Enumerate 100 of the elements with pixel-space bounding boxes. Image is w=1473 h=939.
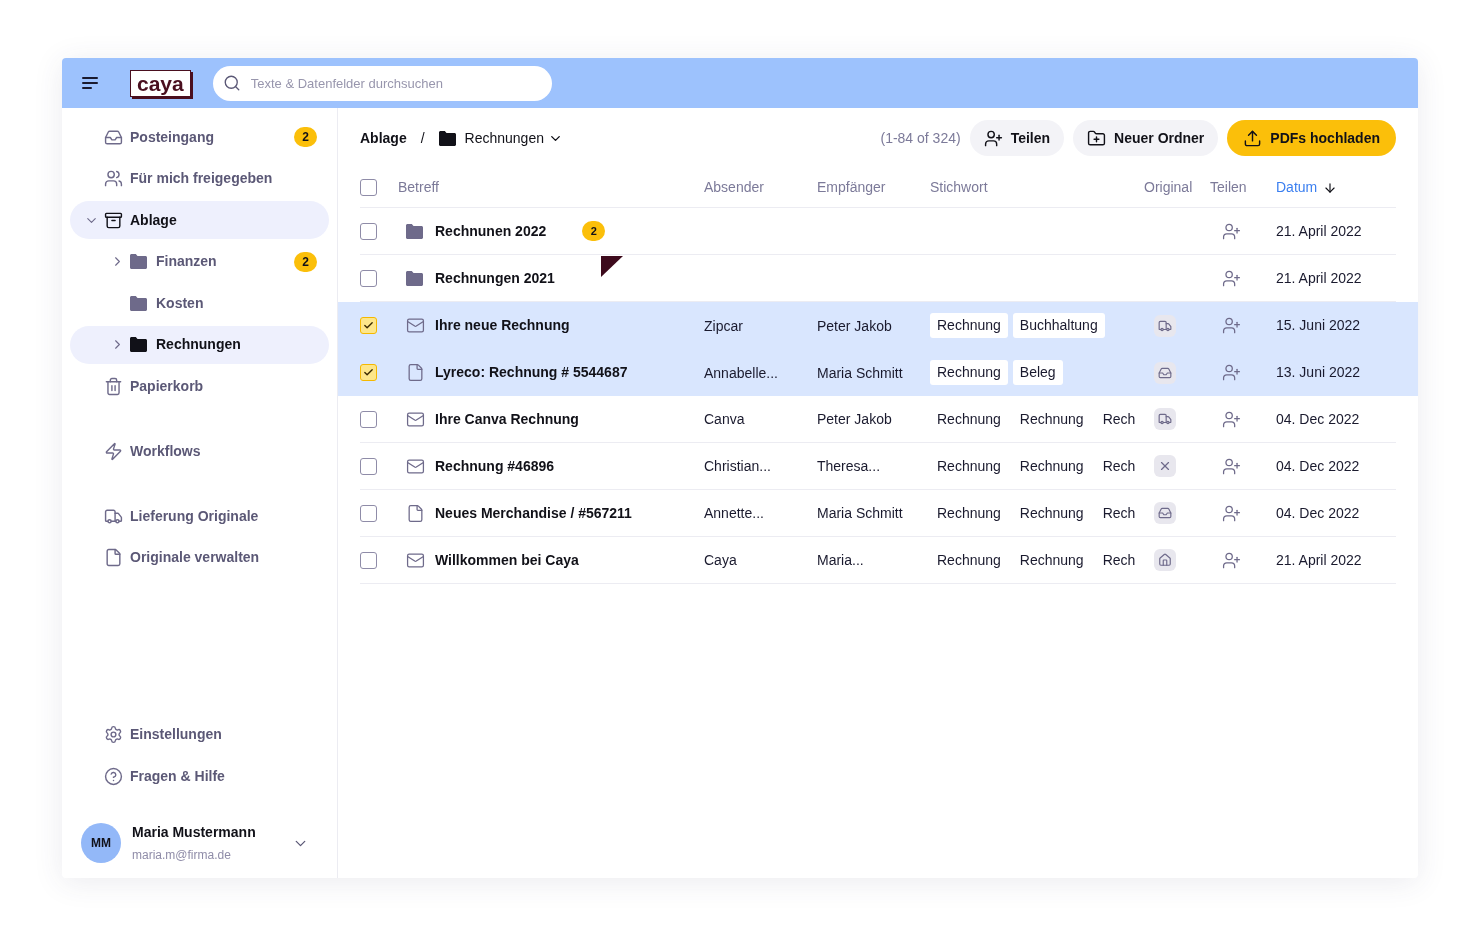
sender: Annabelle... bbox=[704, 364, 778, 381]
sidebar-item[interactable]: Einstellungen bbox=[70, 715, 329, 754]
recipient: Peter Jakob bbox=[817, 317, 892, 334]
checkbox[interactable] bbox=[360, 504, 377, 522]
checkbox[interactable] bbox=[360, 269, 377, 287]
breadcrumb-separator: / bbox=[420, 128, 425, 148]
settings-icon bbox=[104, 725, 123, 744]
user-plus-icon[interactable] bbox=[1222, 363, 1241, 382]
checkbox[interactable] bbox=[360, 410, 377, 428]
new-folder-button[interactable]: Neuer Ordner bbox=[1073, 120, 1219, 156]
file-icon bbox=[406, 503, 425, 523]
user-plus-icon[interactable] bbox=[1222, 316, 1241, 335]
count-badge: 2 bbox=[294, 251, 317, 272]
sidebar-item[interactable]: Kosten bbox=[70, 284, 329, 322]
sidebar-label: Für mich freigegeben bbox=[130, 169, 274, 188]
date: 04. Dec 2022 bbox=[1276, 456, 1361, 476]
user-name: Maria Mustermann bbox=[132, 823, 257, 842]
date: 21. April 2022 bbox=[1276, 268, 1363, 288]
share-button[interactable]: Teilen bbox=[969, 120, 1065, 156]
folder-icon bbox=[406, 270, 423, 286]
sidebar-label: Posteingang bbox=[130, 127, 215, 147]
column-header[interactable]: Empfänger bbox=[817, 177, 886, 198]
subject: Ihre Canva Rechnung bbox=[435, 409, 579, 429]
sidebar-label: Kosten bbox=[156, 293, 205, 313]
sidebar-item[interactable]: Papierkorb bbox=[70, 367, 329, 405]
folder-plus-icon bbox=[1087, 128, 1107, 148]
sidebar-item[interactable]: Für mich freigegeben bbox=[70, 159, 329, 198]
sidebar-label: Lieferung Originale bbox=[130, 506, 260, 526]
subject: Ihre neue Rechnung bbox=[435, 316, 570, 335]
user-plus-icon bbox=[983, 128, 1003, 148]
upload-button[interactable]: PDFs hochladen bbox=[1227, 120, 1396, 156]
sidebar-item[interactable]: Fragen & Hilfe bbox=[70, 757, 329, 795]
sidebar-item[interactable]: Finanzen 2 bbox=[70, 242, 329, 281]
sidebar-item[interactable]: Ablage bbox=[70, 201, 329, 239]
pointer-icon bbox=[601, 255, 623, 277]
checkbox[interactable] bbox=[360, 179, 377, 196]
column-header[interactable]: Original bbox=[1144, 177, 1193, 198]
subject: Willkommen bei Caya bbox=[435, 550, 579, 570]
user-plus-icon[interactable] bbox=[1222, 409, 1241, 429]
sidebar-label: Papierkorb bbox=[130, 376, 205, 396]
date: 04. Dec 2022 bbox=[1276, 409, 1361, 429]
sidebar-item[interactable]: Lieferung Originale bbox=[70, 497, 329, 535]
cross-icon bbox=[1154, 455, 1176, 477]
date: 15. Juni 2022 bbox=[1276, 316, 1362, 335]
help-icon bbox=[104, 766, 123, 786]
date: 13. Juni 2022 bbox=[1276, 363, 1362, 382]
search-field[interactable]: Texte & Datenfelder durchsuchen bbox=[212, 65, 552, 101]
sender: Annette... bbox=[704, 505, 764, 521]
user-plus-icon[interactable] bbox=[1222, 503, 1241, 523]
sender: Zipcar bbox=[704, 317, 743, 334]
tag[interactable]: Rechnung bbox=[930, 360, 1008, 385]
checkbox[interactable] bbox=[360, 364, 377, 381]
tag[interactable]: Rechnung bbox=[930, 313, 1008, 338]
folder-icon bbox=[130, 254, 147, 269]
checkbox[interactable] bbox=[360, 551, 377, 569]
column-header[interactable]: Absender bbox=[704, 177, 764, 198]
sidebar-item[interactable]: Workflows bbox=[70, 432, 329, 470]
sender: Canva bbox=[704, 411, 745, 427]
recipient: Maria Schmitt bbox=[817, 364, 903, 381]
recipient: Peter Jakob bbox=[817, 411, 892, 427]
sidebar-label: Finanzen bbox=[156, 252, 218, 271]
users-icon bbox=[104, 169, 123, 188]
column-header[interactable]: Teilen bbox=[1210, 177, 1247, 198]
date: 04. Dec 2022 bbox=[1276, 503, 1361, 523]
inbox-icon bbox=[104, 127, 123, 147]
folder-icon bbox=[130, 337, 147, 352]
lightning-icon bbox=[104, 441, 123, 461]
file-icon bbox=[406, 363, 425, 382]
checkbox[interactable] bbox=[360, 222, 377, 240]
inbox-icon bbox=[1154, 361, 1176, 384]
count-badge: 2 bbox=[294, 127, 317, 147]
checkbox[interactable] bbox=[360, 317, 377, 334]
upload-icon bbox=[1243, 128, 1263, 148]
column-header[interactable]: Datum bbox=[1276, 177, 1318, 198]
recipient: Maria... bbox=[817, 552, 864, 568]
checkbox[interactable] bbox=[360, 457, 377, 475]
folder-icon bbox=[406, 223, 423, 239]
sidebar-item[interactable]: Posteingang 2 bbox=[70, 118, 329, 156]
sender: Christian... bbox=[704, 458, 771, 474]
menu-icon[interactable] bbox=[82, 77, 98, 89]
user-plus-icon[interactable] bbox=[1222, 550, 1241, 570]
user-plus-icon[interactable] bbox=[1222, 456, 1241, 476]
column-header[interactable]: Betreff bbox=[398, 177, 439, 198]
breadcrumb-link[interactable]: Ablage bbox=[360, 127, 407, 149]
user-plus-icon[interactable] bbox=[1222, 221, 1241, 241]
item-count: (1-84 of 324) bbox=[880, 128, 961, 148]
tag[interactable]: Buchhaltung bbox=[1012, 313, 1105, 338]
date: 21. April 2022 bbox=[1276, 221, 1363, 241]
column-header[interactable]: Stichwort bbox=[930, 177, 988, 198]
subject: Lyreco: Rechnung # 5544687 bbox=[435, 363, 628, 382]
breadcrumb-current[interactable]: Rechnungen bbox=[464, 127, 544, 149]
trash-icon bbox=[104, 376, 123, 396]
tag[interactable]: Beleg bbox=[1012, 360, 1063, 385]
date: 21. April 2022 bbox=[1276, 550, 1363, 570]
sidebar-item[interactable]: Rechnungen bbox=[70, 325, 329, 364]
table-row[interactable]: Lyreco: Rechnung # 5544687 Annabelle... Maria Schmitt Rechnung Beleg 13. Juni 2022 bbox=[338, 349, 1418, 396]
user-plus-icon[interactable] bbox=[1222, 268, 1241, 288]
table-row[interactable]: Ihre neue Rechnung Zipcar Peter Jakob Rechnung Buchhaltung 15. Juni 2022 bbox=[338, 302, 1418, 349]
sidebar-item[interactable]: Originale verwalten bbox=[70, 538, 329, 577]
truck-icon bbox=[1154, 408, 1176, 430]
